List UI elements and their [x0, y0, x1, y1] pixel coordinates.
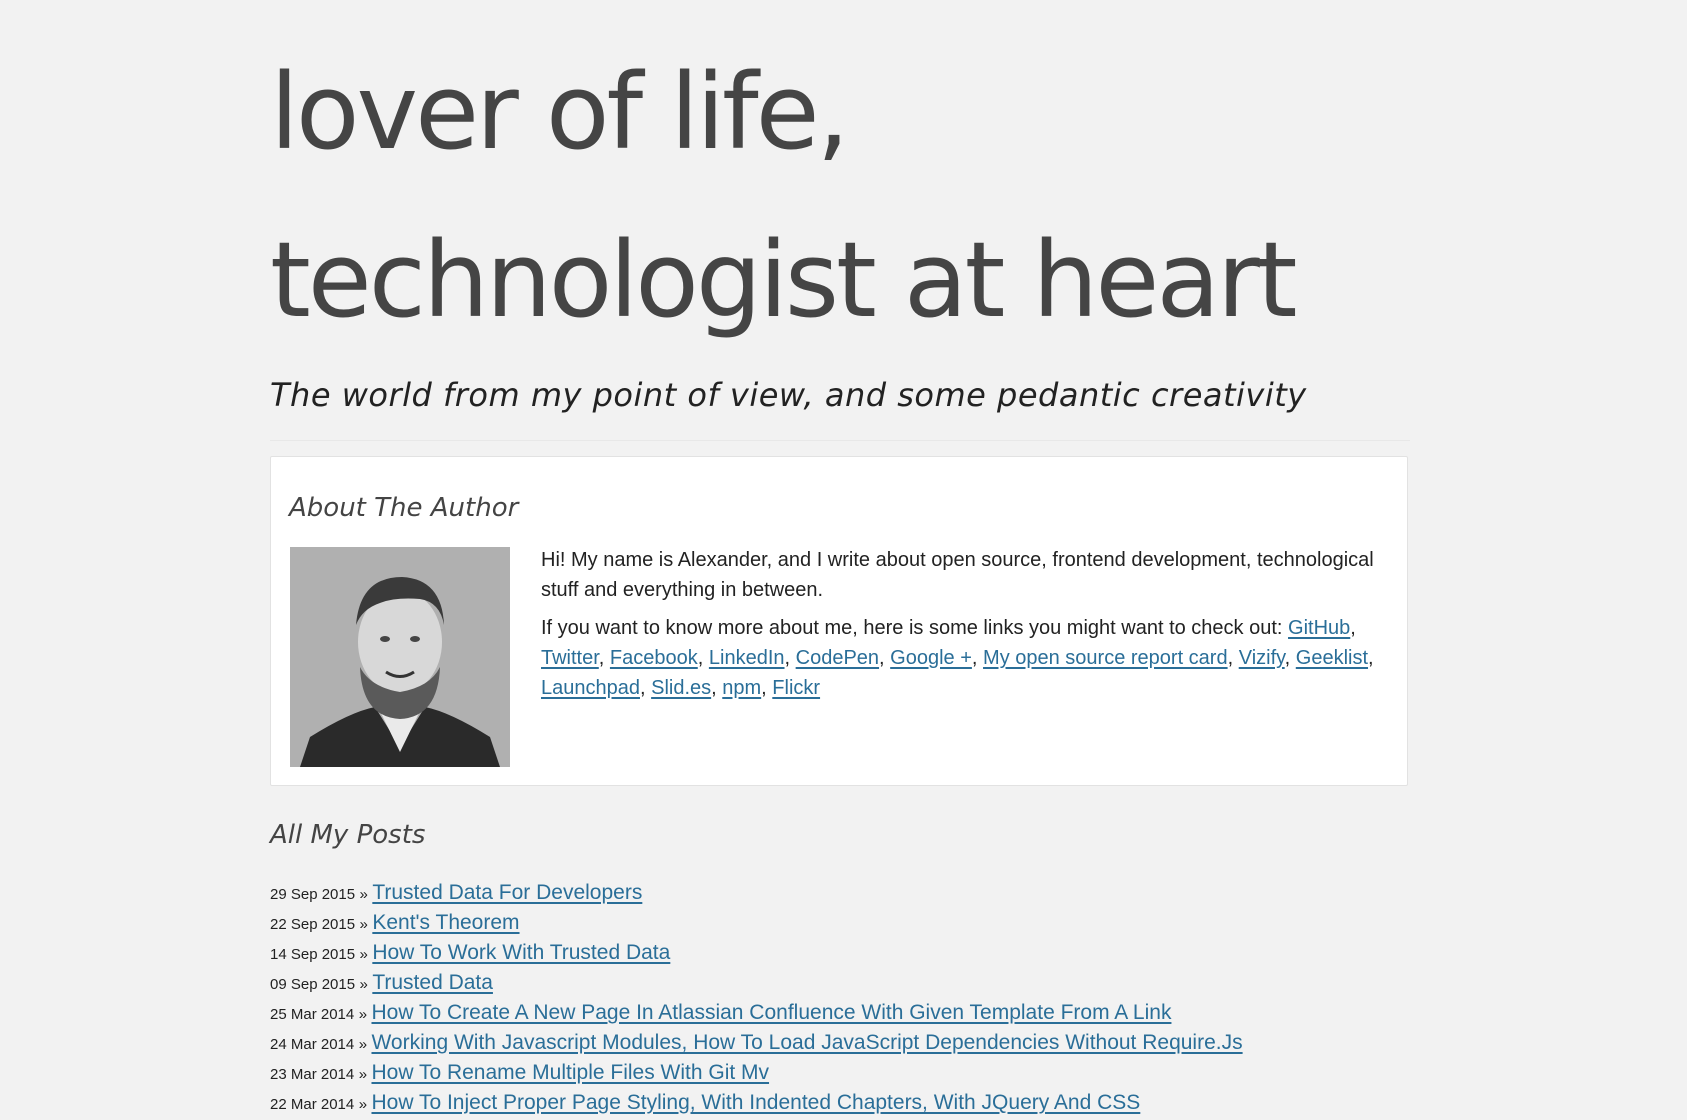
post-date: 23 Mar 2014 — [270, 1066, 355, 1083]
post-link[interactable]: How To Create A New Page In Atlassian Co… — [371, 1001, 1171, 1024]
page-container: lover of life, technologist at heart The… — [270, 0, 1410, 1114]
post-link[interactable]: Trusted Data — [372, 971, 493, 994]
link-codepen[interactable]: CodePen — [796, 647, 879, 669]
post-separator: » — [358, 1006, 368, 1023]
posts-list: 29 Sep 2015 » Trusted Data For Developer… — [270, 878, 1243, 1118]
link-twitter[interactable]: Twitter — [541, 647, 599, 669]
link-github[interactable]: GitHub — [1288, 617, 1350, 639]
post-date: 25 Mar 2014 — [270, 1006, 355, 1023]
avatar — [290, 547, 510, 767]
link-slides[interactable]: Slid.es — [651, 677, 711, 699]
list-item: 09 Sep 2015 » Trusted Data — [270, 968, 1243, 998]
link-npm[interactable]: npm — [722, 677, 761, 699]
author-portrait-image — [290, 547, 510, 767]
link-geeklist[interactable]: Geeklist — [1296, 647, 1368, 669]
link-vizify[interactable]: Vizify — [1239, 647, 1285, 669]
post-date: 22 Mar 2014 — [270, 1096, 355, 1113]
list-item: 25 Mar 2014 » How To Create A New Page I… — [270, 998, 1243, 1028]
post-link[interactable]: How To Work With Trusted Data — [372, 941, 670, 964]
list-item: 23 Mar 2014 » How To Rename Multiple Fil… — [270, 1058, 1243, 1088]
list-item: 14 Sep 2015 » How To Work With Trusted D… — [270, 938, 1243, 968]
about-intro: Hi! My name is Alexander, and I write ab… — [541, 549, 1374, 601]
site-title-line-1: lover of life, — [270, 51, 850, 173]
link-launchpad[interactable]: Launchpad — [541, 677, 640, 699]
list-item: 29 Sep 2015 » Trusted Data For Developer… — [270, 878, 1243, 908]
link-facebook[interactable]: Facebook — [610, 647, 698, 669]
link-open-source-report-card[interactable]: My open source report card — [983, 647, 1228, 669]
post-separator: » — [359, 916, 368, 933]
list-item: 22 Sep 2015 » Kent's Theorem — [270, 908, 1243, 938]
about-author-box: About The Author Hi! My name is Alexande… — [270, 456, 1408, 786]
post-separator: » — [359, 886, 368, 903]
about-links-paragraph: If you want to know more about me, here … — [541, 617, 1374, 699]
about-links-intro: If you want to know more about me, here … — [541, 617, 1283, 639]
link-google-plus[interactable]: Google + — [890, 647, 972, 669]
post-link[interactable]: How To Rename Multiple Files With Git Mv — [371, 1061, 769, 1084]
post-date: 24 Mar 2014 — [270, 1036, 355, 1053]
list-item: 22 Mar 2014 » How To Inject Proper Page … — [270, 1088, 1243, 1118]
link-linkedin[interactable]: LinkedIn — [709, 647, 785, 669]
posts-heading: All My Posts — [270, 820, 426, 850]
link-flickr[interactable]: Flickr — [772, 677, 820, 699]
post-separator: » — [359, 946, 368, 963]
post-separator: » — [358, 1096, 368, 1113]
site-title-line-2: technologist at heart — [270, 219, 1298, 341]
post-link[interactable]: Trusted Data For Developers — [372, 881, 642, 904]
site-subtitle: The world from my point of view, and som… — [270, 376, 1410, 441]
post-date: 09 Sep 2015 — [270, 976, 356, 993]
about-heading: About The Author — [289, 493, 519, 523]
post-link[interactable]: Working With Javascript Modules, How To … — [371, 1031, 1242, 1054]
post-separator: » — [358, 1066, 368, 1083]
post-separator: » — [358, 1036, 368, 1053]
list-item: 24 Mar 2014 » Working With Javascript Mo… — [270, 1028, 1243, 1058]
post-date: 22 Sep 2015 — [270, 916, 356, 933]
site-title: lover of life, technologist at heart — [270, 0, 1410, 364]
about-text: Hi! My name is Alexander, and I write ab… — [541, 545, 1381, 711]
post-link[interactable]: Kent's Theorem — [372, 911, 519, 934]
post-date: 29 Sep 2015 — [270, 886, 356, 903]
post-separator: » — [359, 976, 368, 993]
post-link[interactable]: How To Inject Proper Page Styling, With … — [371, 1091, 1140, 1114]
post-date: 14 Sep 2015 — [270, 946, 356, 963]
